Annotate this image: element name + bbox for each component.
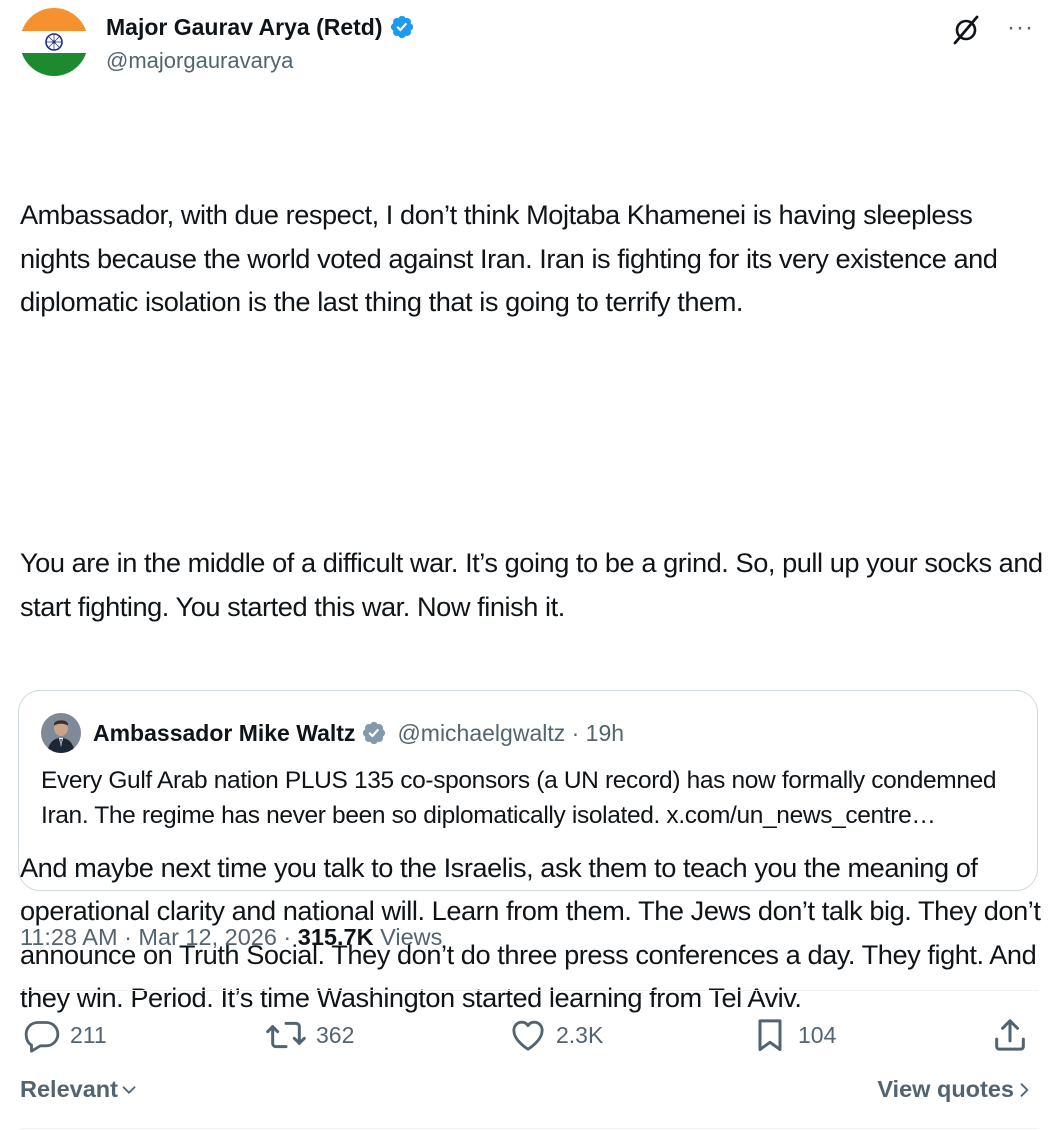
tweet-paragraph-spacer: [20, 411, 1045, 455]
quoted-author-handle-time[interactable]: @michaelgwaltz · 19h: [397, 720, 624, 747]
quoted-tweet-card[interactable]: Ambassador Mike Waltz @michaelgwaltz · 1…: [18, 690, 1038, 891]
grok-icon[interactable]: [950, 14, 982, 46]
tweet-paragraph: You are in the middle of a difficult war…: [20, 547, 1050, 622]
quoted-author-name[interactable]: Ambassador Mike Waltz: [93, 720, 355, 747]
verified-badge-icon[interactable]: [389, 14, 415, 40]
repost-button[interactable]: 362: [264, 1015, 354, 1055]
view-quotes-label: View quotes: [877, 1076, 1014, 1102]
view-quotes-link[interactable]: View quotes: [877, 1076, 1034, 1103]
tweet-timestamp[interactable]: 11:28 AM · Mar 12, 2026 ·: [20, 924, 298, 950]
views-label: Views: [373, 924, 443, 950]
sort-dropdown[interactable]: Relevant: [20, 1076, 140, 1103]
quoted-tweet-text: Every Gulf Arab nation PLUS 135 co-spons…: [41, 767, 997, 829]
author-name-block: Major Gaurav Arya (Retd) @majorgauravary…: [106, 12, 415, 74]
like-button[interactable]: 2.3K: [508, 1015, 603, 1055]
tweet-text: Ambassador, with due respect, I don’t th…: [20, 106, 1045, 1063]
author-avatar[interactable]: [20, 8, 88, 76]
like-count: 2.3K: [556, 1021, 604, 1048]
quoted-tweet-header: Ambassador Mike Waltz @michaelgwaltz · 1…: [41, 711, 624, 755]
india-flag-icon: [20, 8, 88, 76]
repost-icon: [266, 1021, 306, 1049]
share-button[interactable]: [990, 1015, 1030, 1055]
bookmark-icon: [758, 1019, 782, 1051]
bookmark-button[interactable]: 104: [750, 1015, 836, 1055]
divider: [20, 1128, 1038, 1129]
reply-button[interactable]: 211: [22, 1015, 107, 1055]
replies-footer: Relevant View quotes: [20, 1072, 1038, 1112]
action-bar: 211 362 2.3K 104: [0, 1005, 1058, 1065]
repost-count: 362: [316, 1021, 355, 1048]
chevron-right-icon: [1020, 1082, 1029, 1097]
tweet-header: Major Gaurav Arya (Retd) @majorgauravary…: [20, 8, 1040, 84]
quoted-author-avatar[interactable]: [41, 713, 81, 753]
more-icon[interactable]: ···: [1007, 12, 1034, 44]
tweet-meta: 11:28 AM · Mar 12, 2026 · 315.7K Views: [20, 924, 442, 951]
person-avatar-icon: [41, 713, 81, 753]
tweet-paragraph: Ambassador, with due respect, I don’t th…: [20, 199, 1005, 317]
chevron-down-icon: [122, 1085, 136, 1094]
bookmark-count: 104: [798, 1021, 837, 1048]
heart-icon: [512, 1020, 544, 1051]
reply-icon: [24, 1021, 60, 1053]
share-icon: [995, 1019, 1025, 1051]
views-count: 315.7K: [297, 924, 374, 950]
reply-count: 211: [70, 1021, 107, 1048]
divider: [20, 990, 1038, 991]
author-display-name[interactable]: Major Gaurav Arya (Retd): [106, 14, 383, 41]
author-name-row: Major Gaurav Arya (Retd): [106, 12, 415, 42]
author-handle[interactable]: @majorgauravarya: [106, 48, 415, 74]
sort-label: Relevant: [20, 1076, 118, 1102]
gov-verified-badge-icon[interactable]: [361, 720, 387, 746]
